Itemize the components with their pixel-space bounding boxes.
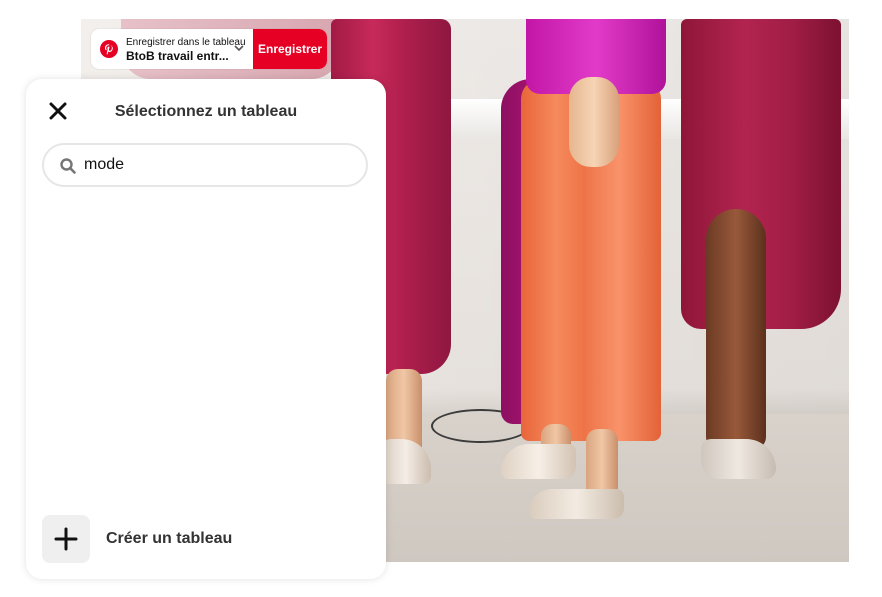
chevron-down-icon[interactable] xyxy=(233,42,245,54)
photo-arm xyxy=(569,77,619,167)
photo-shoe xyxy=(529,489,624,519)
board-search-input[interactable] xyxy=(84,153,354,177)
photo-shoe xyxy=(701,439,776,479)
create-board-label[interactable]: Créer un tableau xyxy=(106,530,232,548)
board-picker-panel: Sélectionnez un tableau Créer un tableau xyxy=(26,79,386,579)
selected-board-name[interactable]: BtoB travail entr... xyxy=(126,49,236,63)
save-button[interactable]: Enregistrer xyxy=(253,29,327,69)
photo-leg xyxy=(706,209,766,449)
pinterest-save-bar: Enregistrer dans le tableau BtoB travail… xyxy=(91,29,327,69)
plus-icon xyxy=(54,527,78,551)
photo-shoe xyxy=(501,444,576,479)
board-search[interactable] xyxy=(42,143,368,187)
search-icon xyxy=(60,158,76,174)
panel-title: Sélectionnez un tableau xyxy=(114,103,298,120)
create-board-button[interactable]: Créer un tableau xyxy=(42,515,372,563)
create-board-icon-box[interactable] xyxy=(42,515,90,563)
pinterest-logo-icon xyxy=(100,40,118,58)
